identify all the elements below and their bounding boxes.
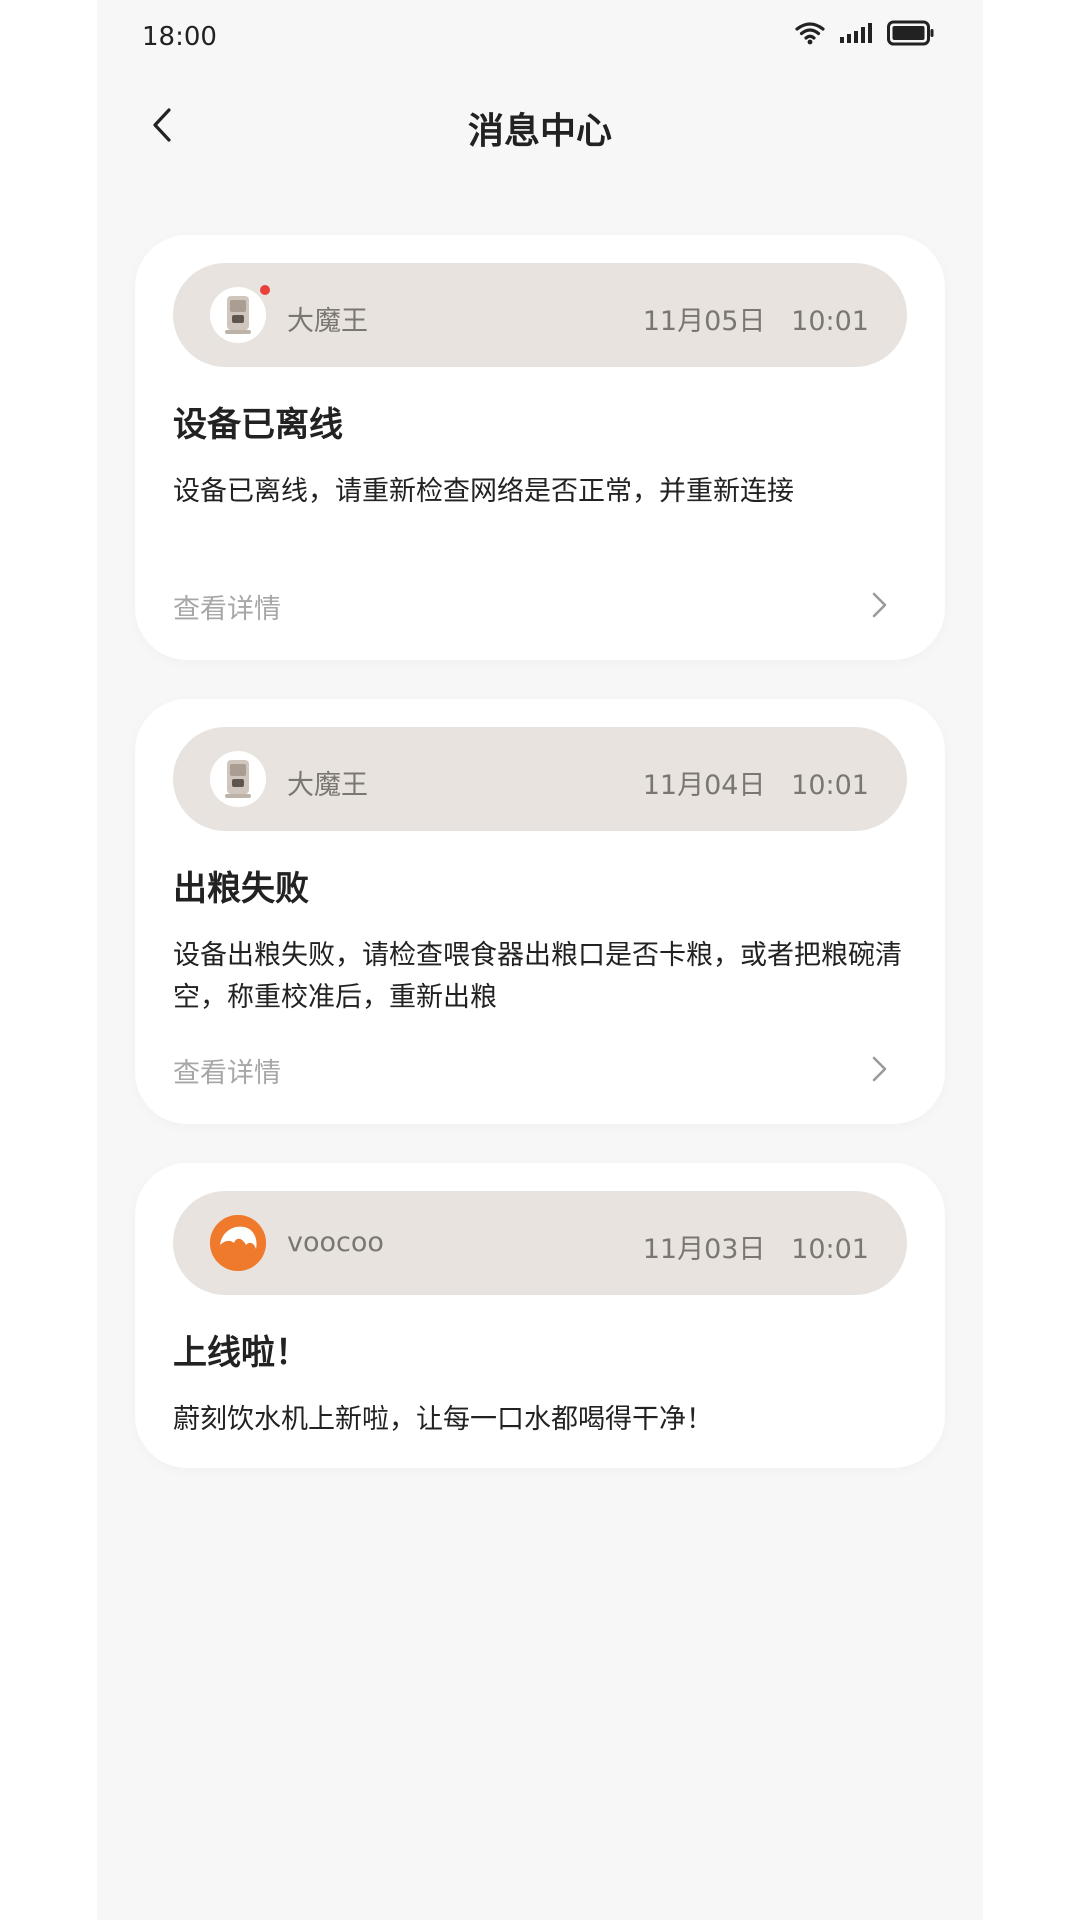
chevron-right-icon: [872, 1056, 887, 1082]
cellular-signal-icon: [840, 23, 872, 43]
voocoo-logo-icon: [210, 1215, 266, 1271]
brand-avatar: [210, 1215, 266, 1271]
page-title: 消息中心: [467, 111, 612, 152]
message-card[interactable]: 大魔王 11月04日 10:01 出粮失败 设备出粮失败，请检查喂食器出粮口是否…: [135, 699, 945, 1124]
message-card[interactable]: voocoo 11月03日 10:01 上线啦！ 蔚刻饮水机上新啦，让每一口水都…: [135, 1163, 945, 1468]
message-header: voocoo 11月03日 10:01: [173, 1191, 907, 1295]
message-body: 蔚刻饮水机上新啦，让每一口水都喝得干净！: [173, 1404, 713, 1435]
view-details-link[interactable]: 查看详情: [173, 1043, 907, 1093]
message-time: 11月04日 10:01: [642, 770, 869, 801]
view-details-label: 查看详情: [173, 1058, 281, 1089]
message-title: 出粮失败: [173, 869, 309, 909]
feeder-device-icon: [225, 760, 251, 798]
message-header: 大魔王 11月04日 10:01: [173, 727, 907, 831]
message-body: 设备已离线，请重新检查网络是否正常，并重新连接: [173, 476, 794, 507]
phone-screen: 18:00 消息中心 大魔王 11月05日 10:01 设备已离线 设备已离线，…: [97, 0, 983, 1920]
message-time: 11月03日 10:01: [642, 1234, 869, 1265]
device-avatar: [210, 285, 270, 343]
message-card[interactable]: 大魔王 11月05日 10:01 设备已离线 设备已离线，请重新检查网络是否正常…: [135, 235, 945, 660]
sender-name: voocoo: [287, 1227, 384, 1258]
status-time: 18:00: [142, 22, 217, 52]
header: 消息中心: [97, 90, 983, 160]
battery-icon: [887, 20, 934, 46]
message-header: 大魔王 11月05日 10:01: [173, 263, 907, 367]
device-avatar: [210, 751, 266, 807]
status-bar: 18:00: [97, 0, 983, 74]
feeder-device-icon: [225, 296, 251, 334]
message-time: 11月05日 10:01: [642, 306, 869, 337]
sender-name: 大魔王: [287, 306, 368, 337]
sender-name: 大魔王: [287, 770, 368, 801]
chevron-right-icon: [872, 592, 887, 618]
status-icons: [795, 20, 935, 46]
view-details-link[interactable]: 查看详情: [173, 579, 907, 629]
unread-dot: [260, 285, 270, 295]
message-body: 设备出粮失败，请检查喂食器出粮口是否卡粮，或者把粮碗清空，称重校准后，重新出粮: [173, 940, 902, 1013]
message-title: 设备已离线: [173, 405, 343, 445]
view-details-label: 查看详情: [173, 594, 281, 625]
wifi-icon: [795, 22, 825, 45]
message-title: 上线啦！: [173, 1333, 309, 1373]
